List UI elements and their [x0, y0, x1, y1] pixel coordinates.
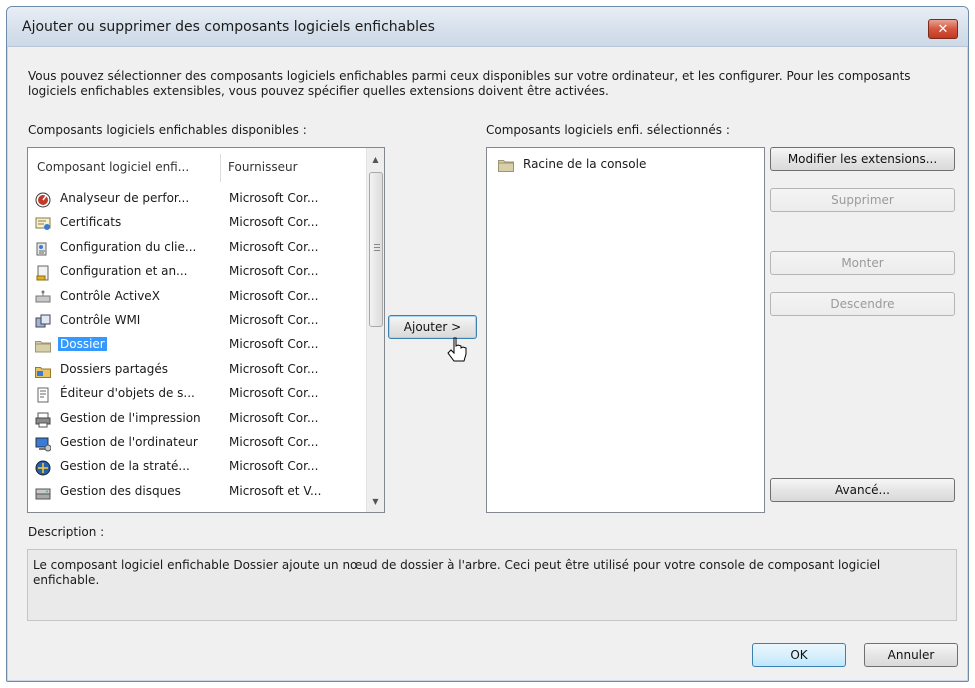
scroll-thumb[interactable]	[369, 172, 383, 327]
client-config-icon	[36, 242, 47, 256]
grip-icon	[374, 244, 380, 251]
list-item-label: Contrôle ActiveX	[60, 288, 160, 303]
list-item[interactable]: Contrôle ActiveX Microsoft Cor...	[28, 286, 366, 310]
ok-button[interactable]: OK	[752, 643, 846, 667]
list-item-label: Configuration et an...	[60, 264, 188, 279]
list-item-provider: Microsoft Cor...	[229, 312, 319, 327]
list-item[interactable]: Gestion de l'ordinateur Microsoft Cor...	[28, 432, 366, 456]
list-item-provider: Microsoft Cor...	[229, 434, 319, 449]
list-item[interactable]: Éditeur d'objets de s... Microsoft Cor...	[28, 383, 366, 407]
remove-button[interactable]: Supprimer	[770, 188, 955, 212]
list-item-label: Certificats	[60, 215, 122, 230]
security-config-icon	[36, 265, 49, 281]
available-snapins-list[interactable]: Composant logiciel enfi... Fournisseur A…	[27, 147, 385, 513]
available-list-label: Composants logiciels enfichables disponi…	[28, 123, 307, 137]
list-item-label: Configuration du clie...	[60, 239, 197, 254]
close-button[interactable]: ✕	[928, 19, 958, 39]
list-item[interactable]: Dossier Microsoft Cor...	[28, 334, 366, 358]
performance-icon	[35, 192, 51, 208]
edit-extensions-button[interactable]: Modifier les extensions...	[770, 147, 955, 171]
column-header-provider[interactable]: Fournisseur	[228, 160, 298, 174]
list-item-provider: Microsoft Cor...	[229, 239, 319, 254]
list-item-label: Dossier	[58, 337, 107, 352]
certificate-icon	[35, 217, 51, 231]
list-item-provider: Microsoft Cor...	[229, 459, 319, 474]
folder-icon	[35, 341, 51, 353]
intro-text: Vous pouvez sélectionner des composants …	[28, 69, 911, 98]
list-item-provider: Microsoft Cor...	[229, 386, 319, 401]
dialog-window: Ajouter ou supprimer des composants logi…	[6, 6, 969, 682]
list-rows: Analyseur de perfor... Microsoft Cor... Ce…	[28, 188, 366, 505]
list-item-provider: Microsoft Cor...	[229, 361, 319, 376]
advanced-button[interactable]: Avancé...	[770, 478, 955, 502]
list-item-label: Gestion de la straté...	[60, 459, 190, 474]
title-bar[interactable]: Ajouter ou supprimer des composants logi…	[7, 7, 968, 47]
description-text: Le composant logiciel enfichable Dossier…	[33, 558, 881, 587]
selected-list-label: Composants logiciels enfi. sélectionnés …	[486, 123, 730, 137]
list-item-provider: Microsoft Cor...	[229, 215, 319, 230]
mouse-cursor-icon	[447, 337, 467, 362]
group-policy-icon	[35, 460, 51, 476]
list-item-label: Gestion des disques	[60, 483, 181, 498]
selected-snapins-list[interactable]: Racine de la console	[486, 147, 765, 513]
close-icon: ✕	[937, 21, 949, 37]
scroll-down-icon[interactable]: ▼	[367, 493, 384, 510]
list-item[interactable]: Gestion de la straté... Microsoft Cor...	[28, 456, 366, 480]
policy-editor-icon	[37, 387, 49, 403]
list-item[interactable]: Dossiers partagés Microsoft Cor...	[28, 359, 366, 383]
list-item-label: Contrôle WMI	[60, 312, 141, 327]
column-divider[interactable]	[220, 154, 221, 182]
list-item-provider: Microsoft et V...	[229, 483, 322, 498]
list-item-label: Éditeur d'objets de s...	[60, 386, 195, 401]
list-item-provider: Microsoft Cor...	[229, 410, 319, 425]
list-item-provider: Microsoft Cor...	[229, 264, 319, 279]
list-item[interactable]: Configuration et an... Microsoft Cor...	[28, 261, 366, 285]
list-item[interactable]: Certificats Microsoft Cor...	[28, 212, 366, 236]
description-box: Le composant logiciel enfichable Dossier…	[27, 549, 957, 621]
list-item[interactable]: Gestion des disques Microsoft et V...	[28, 481, 366, 505]
list-header: Composant logiciel enfi... Fournisseur	[28, 148, 366, 188]
list-item[interactable]: Gestion de l'impression Microsoft Cor...	[28, 408, 366, 432]
scroll-up-icon[interactable]: ▲	[367, 151, 384, 168]
disk-management-icon	[35, 488, 51, 500]
cancel-button[interactable]: Annuler	[864, 643, 958, 667]
list-item-provider: Microsoft Cor...	[229, 288, 319, 303]
move-down-button[interactable]: Descendre	[770, 292, 955, 316]
wmi-icon	[35, 314, 51, 328]
list-item[interactable]: Analyseur de perfor... Microsoft Cor...	[28, 188, 366, 212]
list-item-label: Dossiers partagés	[60, 361, 169, 376]
list-item-label: Gestion de l'impression	[60, 410, 201, 425]
column-header-name[interactable]: Composant logiciel enfi...	[37, 160, 189, 174]
list-item[interactable]: Contrôle WMI Microsoft Cor...	[28, 310, 366, 334]
computer-management-icon	[35, 437, 51, 452]
list-item-label: Gestion de l'ordinateur	[60, 434, 198, 449]
list-item-label: Racine de la console	[523, 157, 647, 171]
vertical-scrollbar[interactable]: ▲ ▼	[366, 148, 384, 512]
folder-icon	[498, 160, 514, 172]
move-up-button[interactable]: Monter	[770, 251, 955, 275]
description-label: Description :	[28, 525, 105, 539]
shared-folders-icon	[35, 366, 51, 378]
print-management-icon	[35, 412, 51, 428]
list-item-provider: Microsoft Cor...	[229, 191, 319, 205]
list-item-label: Analyseur de perfor...	[60, 191, 190, 205]
list-item[interactable]: Configuration du clie... Microsoft Cor...	[28, 237, 366, 261]
window-title: Ajouter ou supprimer des composants logi…	[22, 19, 435, 35]
add-button[interactable]: Ajouter >	[388, 315, 477, 339]
activex-icon	[35, 290, 51, 303]
list-item-provider: Microsoft Cor...	[229, 337, 319, 352]
